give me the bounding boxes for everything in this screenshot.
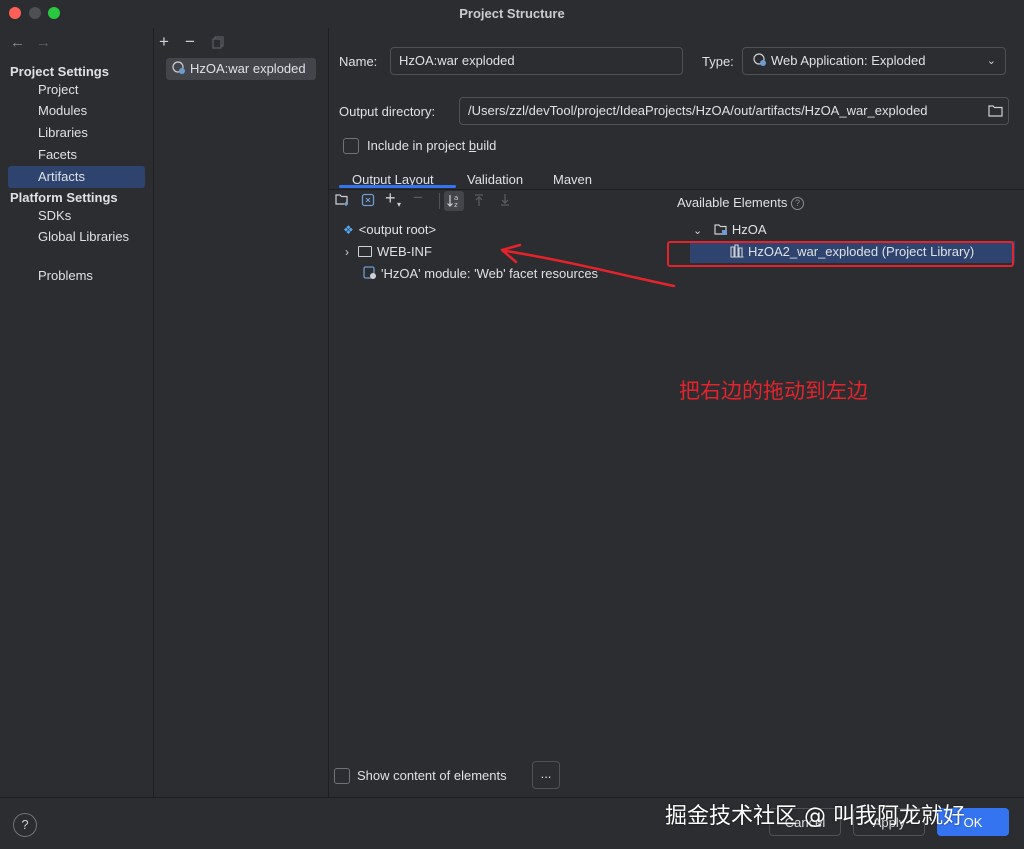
tree-item-module-hzoa[interactable]: ⌄ HzOA: [693, 219, 767, 241]
toolbar-divider: [439, 193, 440, 209]
move-up-icon[interactable]: [472, 193, 486, 210]
include-in-build-label-suffix: uild: [476, 138, 497, 153]
folder-icon: [358, 246, 372, 257]
svg-text:z: z: [454, 201, 458, 209]
watermark: 掘金技术社区 @ 叫我阿龙就好: [665, 804, 965, 829]
type-select-value: Web Application: Exploded: [771, 53, 926, 68]
chevron-down-icon[interactable]: ⌄: [693, 225, 702, 237]
platform-settings-header: Platform Settings: [10, 190, 118, 205]
chevron-right-icon[interactable]: ›: [345, 245, 349, 259]
annotation-text: 把右边的拖动到左边: [679, 379, 868, 403]
annotation-arrow: [500, 243, 676, 288]
output-root-icon: ❖: [343, 223, 354, 237]
output-directory-label: Output directory:: [339, 104, 436, 119]
remove-element-icon[interactable]: −: [413, 188, 423, 208]
tree-item-web-inf[interactable]: › WEB-INF: [345, 241, 432, 263]
available-elements-header: Available Elements ?: [677, 195, 804, 210]
sidebar-item-problems[interactable]: Problems: [8, 265, 145, 287]
artifact-editor: Name: HzOA:war exploded Type: Web Applic…: [329, 28, 1024, 797]
add-artifact-button[interactable]: +: [159, 32, 169, 52]
artifact-list-panel: + − HzOA:war exploded: [154, 28, 329, 797]
web-facet-icon: [363, 265, 377, 287]
arrow-right-icon[interactable]: →: [36, 34, 51, 51]
sidebar-item-global-libraries[interactable]: Global Libraries: [8, 226, 145, 248]
tab-separator: [329, 189, 1024, 190]
sidebar-item-libraries[interactable]: Libraries: [8, 122, 145, 144]
show-content-checkbox[interactable]: [334, 768, 350, 784]
output-directory-input[interactable]: /Users/zzl/devTool/project/IdeaProjects/…: [459, 97, 1009, 125]
active-tab-indicator: [339, 185, 456, 188]
tree-item-output-root[interactable]: ❖ <output root>: [343, 219, 436, 241]
sidebar-item-sdks[interactable]: SDKs: [8, 205, 145, 227]
web-artifact-icon: [172, 60, 186, 82]
remove-artifact-button[interactable]: −: [185, 32, 195, 52]
sidebar-item-facets[interactable]: Facets: [8, 144, 145, 166]
name-label: Name:: [339, 54, 378, 69]
output-directory-value: /Users/zzl/devTool/project/IdeaProjects/…: [468, 103, 928, 118]
module-label: HzOA: [731, 222, 767, 237]
add-element-icon[interactable]: +: [385, 188, 396, 209]
name-input[interactable]: HzOA:war exploded: [390, 47, 683, 75]
web-app-icon: [753, 50, 767, 76]
type-select[interactable]: Web Application: Exploded ⌄: [742, 47, 1006, 75]
include-in-build-checkbox[interactable]: [343, 138, 359, 154]
web-inf-label: WEB-INF: [377, 244, 432, 259]
show-content-label: Show content of elements: [357, 768, 507, 783]
sidebar-item-modules[interactable]: Modules: [8, 100, 145, 122]
new-directory-icon[interactable]: [335, 193, 350, 210]
title-bar: Project Structure: [0, 0, 1024, 28]
sort-elements-icon[interactable]: az: [444, 191, 464, 211]
type-label: Type:: [702, 54, 734, 69]
add-element-dropdown-icon[interactable]: ▾: [397, 200, 401, 209]
artifact-item-label: HzOA:war exploded: [190, 61, 306, 76]
sidebar-item-artifacts[interactable]: Artifacts: [8, 166, 145, 188]
project-settings-header: Project Settings: [10, 64, 109, 79]
window-title: Project Structure: [459, 6, 565, 21]
available-elements-title: Available Elements: [677, 195, 788, 210]
artifact-item[interactable]: HzOA:war exploded: [166, 58, 316, 80]
show-content-options-button[interactable]: ...: [532, 761, 560, 789]
folder-icon[interactable]: [988, 104, 1003, 120]
arrow-left-icon[interactable]: ←: [10, 34, 25, 51]
copy-icon[interactable]: [212, 34, 224, 54]
annotation-highlight-box: [667, 241, 1014, 267]
help-button[interactable]: ?: [13, 813, 37, 837]
output-root-label: <output root>: [358, 222, 437, 237]
move-down-icon[interactable]: [498, 193, 512, 210]
help-icon[interactable]: ?: [790, 197, 804, 210]
include-in-build-label-prefix: Include in project: [367, 138, 469, 153]
settings-sidebar: ← → Project Settings Project Modules Lib…: [0, 28, 154, 797]
include-in-build-label: Include in project build: [367, 138, 496, 153]
create-archive-icon[interactable]: [361, 193, 375, 210]
module-icon: [714, 221, 728, 243]
sidebar-item-project[interactable]: Project: [8, 79, 145, 101]
dialog-footer: ? Cancel Apply OK 掘金技术社区 @ 叫我阿龙就好: [0, 797, 1024, 849]
chevron-down-icon: ⌄: [986, 55, 996, 67]
